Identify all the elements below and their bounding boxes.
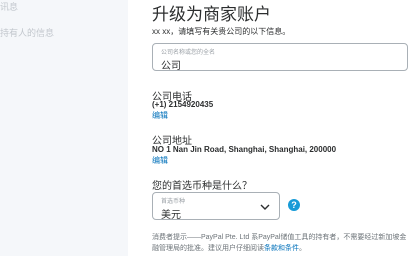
currency-question: 您的首选币种是什么？ (152, 181, 252, 192)
currency-select[interactable]: 首选币种 美元 (152, 192, 280, 221)
terms-link[interactable]: 条款和条件 (264, 245, 299, 252)
notice-line-2-suffix: 。 (299, 245, 306, 252)
notice-line-2-prefix: 融管理局的批准。建议用户仔细阅读 (152, 245, 264, 252)
phone-value: (+1) 2154920435 (152, 100, 214, 109)
main-panel: 升级为商家账户 xx xx，请填写有关贵公司的以下信息。 公司名称或您的全名 公… (152, 0, 410, 256)
sidebar-item-holder-info[interactable]: 持有人的信息 (0, 26, 54, 39)
address-edit-link[interactable]: 编辑 (152, 155, 168, 166)
sidebar: 讯息 持有人的信息 (0, 0, 128, 256)
instruction-text: xx xx，请填写有关贵公司的以下信息。 (152, 27, 291, 36)
business-name-label: 公司名称或您的全名 (161, 50, 216, 56)
sidebar-item-info[interactable]: 讯息 (0, 0, 18, 13)
notice-line-1: 消费者提示——PayPal Pte. Ltd 系PayPal储值工具的持有者，不… (152, 234, 407, 241)
address-value: NO 1 Nan Jin Road, Shanghai, Shanghai, 2… (152, 145, 337, 154)
consumer-notice: 消费者提示——PayPal Pte. Ltd 系PayPal储值工具的持有者，不… (152, 232, 410, 254)
business-name-field[interactable]: 公司名称或您的全名 公司 (152, 43, 408, 72)
page-title: 升级为商家账户 (152, 5, 271, 24)
currency-value: 美元 (161, 210, 181, 221)
chevron-down-icon (260, 204, 270, 210)
currency-label: 首选币种 (161, 199, 186, 205)
business-name-value: 公司 (161, 61, 181, 72)
notice-line-2: 融管理局的批准。建议用户仔细阅读条款和条件。 (152, 243, 410, 254)
phone-edit-link[interactable]: 编辑 (152, 110, 168, 121)
question-icon[interactable]: ? (288, 199, 300, 211)
